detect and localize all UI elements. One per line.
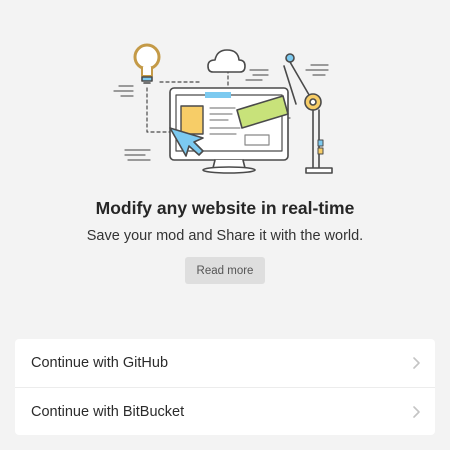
auth-options-list: Continue with GitHub Continue with BitBu… (15, 339, 435, 435)
website-editing-illustration (113, 43, 333, 174)
onboarding-screen: Modify any website in real-time Save you… (0, 0, 450, 450)
github-option-label: Continue with GitHub (31, 355, 169, 371)
read-more-button[interactable]: Read more (185, 257, 265, 284)
chevron-right-icon (413, 406, 420, 418)
continue-with-bitbucket-button[interactable]: Continue with BitBucket (15, 387, 435, 436)
hero-subline: Save your mod and Share it with the worl… (86, 228, 364, 244)
cloud-icon (207, 49, 246, 73)
desk-lamp-gear-icon (283, 53, 333, 174)
bitbucket-option-label: Continue with BitBucket (31, 404, 185, 420)
lightbulb-icon (133, 43, 161, 84)
hero-headline: Modify any website in real-time (95, 198, 355, 218)
chevron-right-icon (413, 357, 420, 369)
continue-with-github-button[interactable]: Continue with GitHub (15, 339, 435, 387)
